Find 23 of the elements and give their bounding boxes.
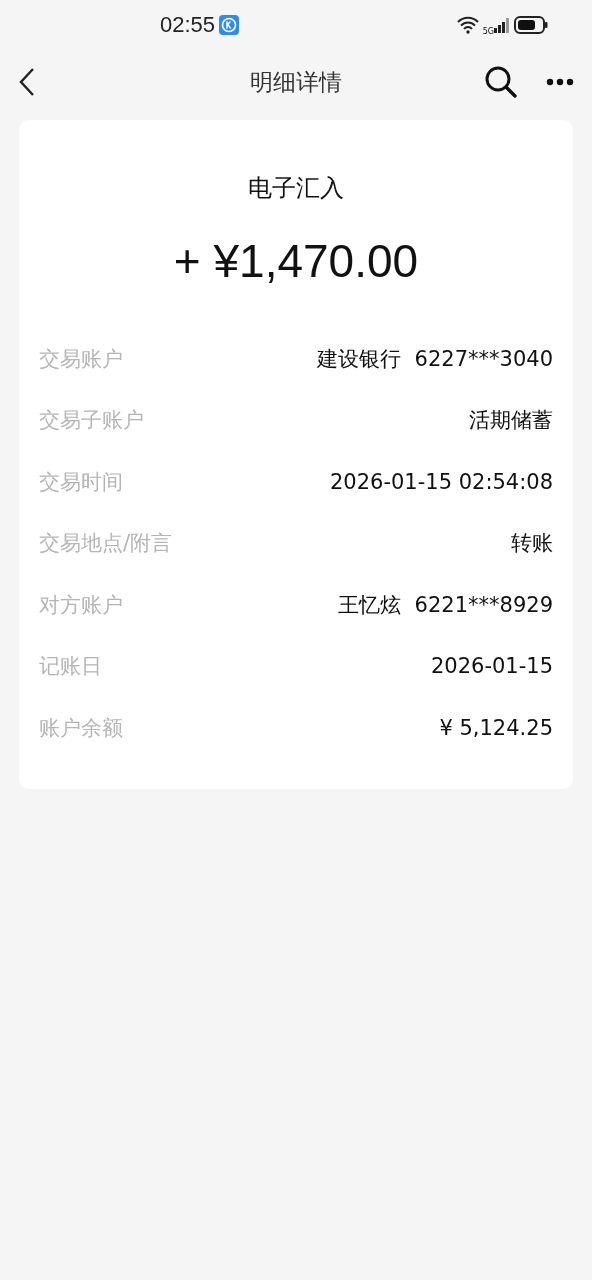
battery-icon [514, 16, 548, 34]
field-label: 交易账户 [39, 345, 123, 373]
field-value: 王忆炫 6221***8929 [338, 591, 553, 619]
wifi-icon [456, 16, 479, 34]
field-value: 建设银行 6227***3040 [317, 345, 553, 373]
field-value: 活期储蓄 [469, 407, 553, 435]
field-value: 2026-01-15 02:54:08 [329, 469, 553, 494]
field-label: 交易地点/附言 [39, 530, 173, 558]
field-label: 交易时间 [39, 468, 123, 496]
signal-icon [494, 17, 510, 33]
status-time: 02:55 [160, 12, 216, 38]
field-label: 对方账户 [39, 591, 123, 619]
network-type: 5G [482, 26, 494, 36]
field-value: 转账 [511, 530, 553, 558]
field-label: 交易子账户 [39, 407, 144, 435]
page-title: 明细详情 [250, 67, 342, 97]
field-value: ¥ 5,124.25 [439, 715, 553, 740]
app-notification-icon [219, 15, 240, 35]
field-value: 2026-01-15 [430, 654, 553, 679]
transaction-amount: + ¥1,470.00 [172, 234, 420, 288]
field-label: 账户余额 [39, 714, 123, 742]
field-label: 记账日 [39, 653, 102, 681]
transaction-type: 电子汇入 [247, 173, 345, 204]
